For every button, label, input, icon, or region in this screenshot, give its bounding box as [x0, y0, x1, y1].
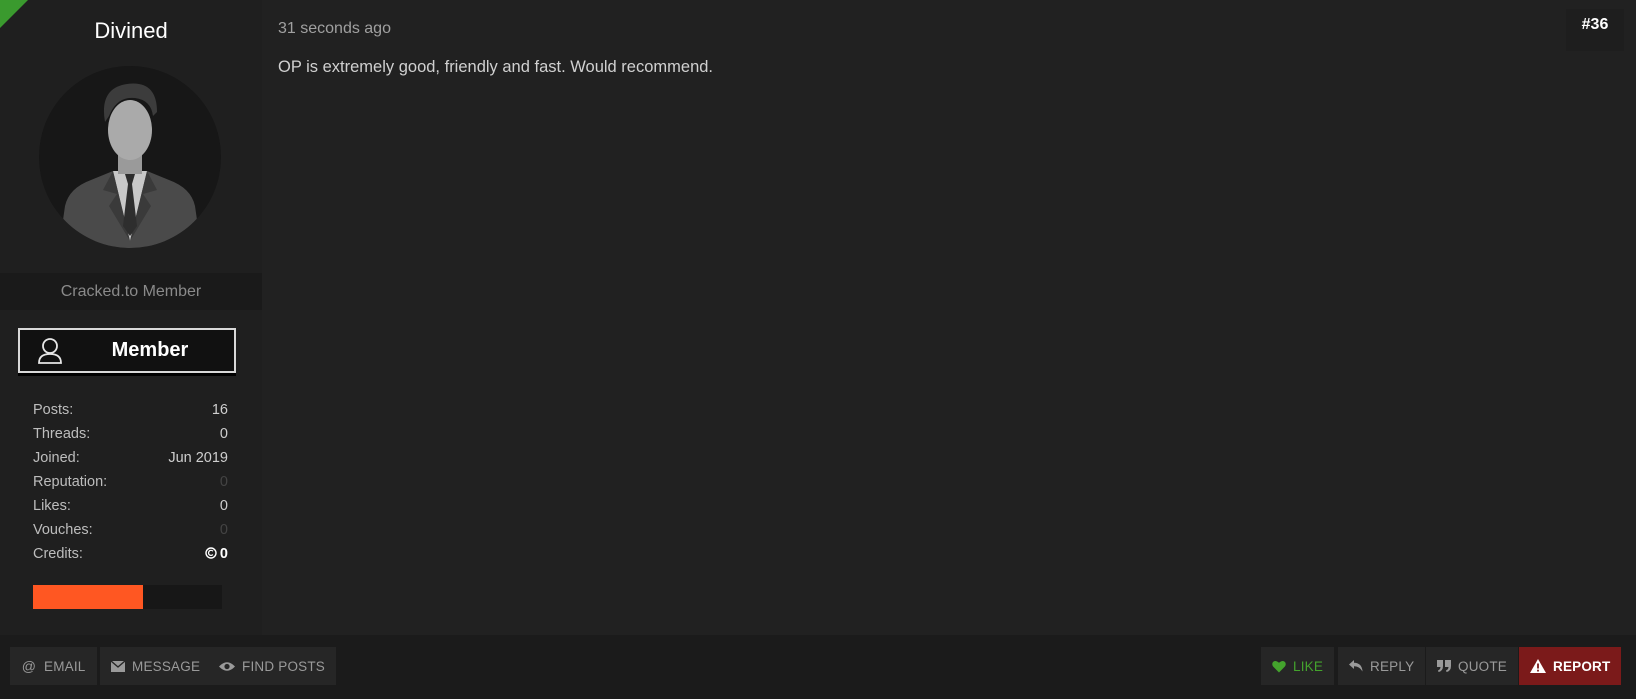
stat-value: Jun 2019: [168, 450, 228, 466]
stat-value[interactable]: 0: [220, 470, 228, 494]
stat-credits: Credits: 0: [33, 542, 228, 566]
credits-amount: 0: [219, 546, 228, 562]
eye-icon: [219, 661, 235, 671]
email-button-label: EMAIL: [44, 658, 86, 674]
like-button-label: LIKE: [1293, 658, 1324, 674]
post-message: OP is extremely good, friendly and fast.…: [278, 58, 714, 76]
reply-button[interactable]: REPLY: [1338, 647, 1426, 685]
avatar[interactable]: [39, 66, 221, 248]
user-icon: [20, 330, 80, 371]
quote-button[interactable]: QUOTE: [1426, 647, 1519, 685]
like-button[interactable]: LIKE: [1261, 647, 1335, 685]
user-stats: Posts: 16 Threads: 0 Joined: Jun 2019 Re…: [33, 398, 228, 566]
stat-label: Likes:: [33, 498, 71, 514]
stat-reputation: Reputation: 0: [33, 470, 228, 494]
post-number[interactable]: #36: [1566, 9, 1624, 51]
find-posts-button-label: FIND POSTS: [242, 658, 326, 674]
warning-icon: [1530, 659, 1546, 673]
user-panel: Divined Cracked.to Member Member Posts: …: [0, 0, 262, 635]
stat-value: 0: [219, 498, 228, 514]
stat-likes: Likes: 0: [33, 494, 228, 518]
quote-button-label: QUOTE: [1458, 658, 1508, 674]
stat-threads: Threads: 0: [33, 422, 228, 446]
stat-label: Reputation:: [33, 474, 108, 490]
stat-joined: Joined: Jun 2019: [33, 446, 228, 470]
credits-value: 0: [205, 542, 228, 566]
user-title: Cracked.to Member: [0, 273, 262, 310]
find-posts-button[interactable]: FIND POSTS: [208, 647, 337, 685]
stat-value: 0: [219, 426, 228, 442]
post-container: Divined Cracked.to Member Member Posts: …: [0, 0, 1636, 699]
at-icon: @: [21, 658, 37, 674]
message-button[interactable]: MESSAGE: [100, 647, 212, 685]
stat-label: Threads:: [33, 426, 91, 442]
report-button[interactable]: REPORT: [1519, 647, 1622, 685]
rank-badge: Member: [18, 328, 236, 373]
stat-vouches: Vouches: 0: [33, 518, 228, 542]
stat-posts: Posts: 16: [33, 398, 228, 422]
reply-icon: [1349, 660, 1363, 672]
username[interactable]: Divined: [0, 18, 262, 44]
progress-fill: [33, 585, 143, 609]
envelope-icon: [111, 660, 125, 672]
stat-label: Vouches:: [33, 522, 93, 538]
message-button-label: MESSAGE: [132, 658, 201, 674]
stat-value[interactable]: 0: [220, 518, 228, 542]
stat-label: Joined:: [33, 450, 80, 466]
post-date[interactable]: 31 seconds ago: [278, 20, 391, 38]
stat-label: Posts:: [33, 402, 74, 418]
credits-coin-icon: [205, 547, 217, 559]
stat-value: 16: [211, 402, 228, 418]
reply-button-label: REPLY: [1370, 658, 1415, 674]
level-progress-bar: [33, 585, 222, 609]
stat-label: Credits:: [33, 546, 83, 562]
rank-label: Member: [111, 339, 189, 361]
quote-icon: [1437, 660, 1451, 672]
email-button[interactable]: @ EMAIL: [10, 647, 97, 685]
post-footer: @ EMAIL MESSAGE FIND POSTS LIKE REPLY QU…: [0, 635, 1636, 699]
report-button-label: REPORT: [1553, 658, 1611, 674]
heart-icon: [1272, 660, 1286, 672]
